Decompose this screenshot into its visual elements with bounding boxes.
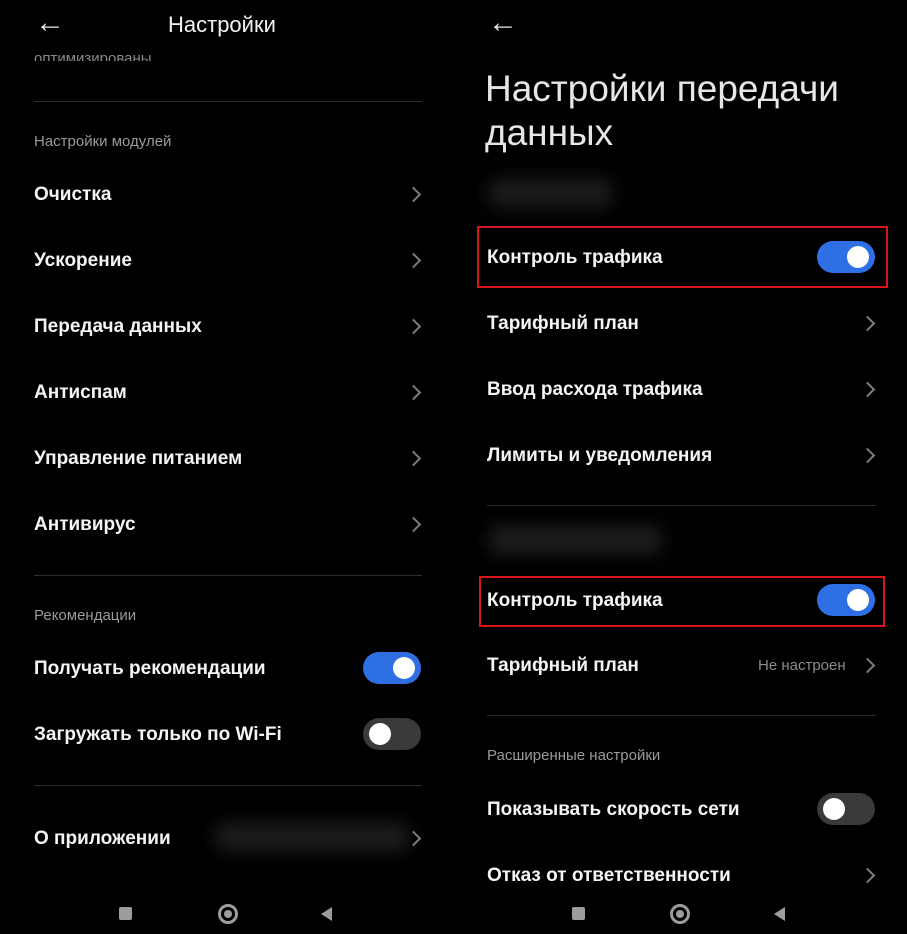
menu-item-tariff-plan[interactable]: Тарифный план — [453, 297, 907, 349]
menu-item-boost[interactable]: Ускорение — [0, 234, 453, 286]
menu-item-about[interactable]: О приложении — [0, 812, 453, 864]
toggle-row-wifi-only[interactable]: Загружать только по Wi-Fi — [0, 708, 453, 760]
menu-item-label: О приложении — [34, 828, 171, 849]
menu-item-label: Тарифный план — [487, 655, 639, 676]
nav-recent-apps-icon[interactable] — [119, 907, 132, 920]
chevron-right-icon — [859, 867, 876, 884]
menu-item-data-transfer[interactable]: Передача данных — [0, 300, 453, 352]
nav-home-icon[interactable] — [218, 904, 238, 924]
chevron-right-icon — [405, 516, 422, 533]
page-title-line2: данных — [485, 112, 614, 153]
toggle-row-get-recommendations[interactable]: Получать рекомендации — [0, 642, 453, 694]
divider — [487, 715, 876, 716]
menu-item-label: Передача данных — [34, 316, 202, 337]
section-modules-label: Настройки модулей — [34, 133, 172, 150]
page-title-line1: Настройки передачи — [485, 68, 839, 109]
wifi-only-toggle[interactable] — [363, 718, 421, 750]
blurred-version-value — [215, 822, 410, 852]
chevron-right-icon — [405, 450, 422, 467]
data-transfer-settings-screen: ← Настройки передачи данных Контроль тра… — [453, 0, 907, 934]
menu-item-usage-input[interactable]: Ввод расхода трафика — [453, 363, 907, 415]
section-advanced-label: Расширенные настройки — [487, 747, 661, 764]
toggle-row-show-speed[interactable]: Показывать скорость сети — [453, 783, 907, 835]
toggle-label: Показывать скорость сети — [487, 799, 740, 820]
menu-item-power[interactable]: Управление питанием — [0, 432, 453, 484]
menu-item-label: Ввод расхода трафика — [487, 379, 703, 400]
chevron-right-icon — [405, 384, 422, 401]
highlight-box — [479, 576, 885, 627]
divider — [34, 785, 422, 786]
blurred-sim-name — [488, 178, 613, 208]
toggle-label: Загружать только по Wi-Fi — [34, 724, 282, 745]
menu-item-label: Антивирус — [34, 514, 136, 535]
partial-top-text: оптимизированы — [34, 50, 152, 61]
menu-item-label: Тарифный план — [487, 313, 639, 334]
back-arrow-icon[interactable]: ← — [488, 8, 518, 38]
divider — [34, 101, 422, 102]
menu-item-label: Отказ от ответственности — [487, 865, 731, 886]
chevron-right-icon — [859, 315, 876, 332]
menu-item-tariff-plan-sim2[interactable]: Тарифный план Не настроен — [453, 639, 907, 691]
toggle-label: Получать рекомендации — [34, 658, 266, 679]
menu-item-label: Ускорение — [34, 250, 132, 271]
nav-back-icon[interactable] — [321, 907, 332, 921]
menu-item-limits[interactable]: Лимиты и уведомления — [453, 429, 907, 481]
nav-recent-apps-icon[interactable] — [572, 907, 585, 920]
highlight-box — [477, 226, 888, 288]
chevron-right-icon — [405, 252, 422, 269]
blurred-sim-name — [488, 525, 663, 555]
tariff-value: Не настроен — [758, 657, 846, 674]
toggle-knob — [393, 657, 415, 679]
toggle-knob — [369, 723, 391, 745]
nav-home-icon[interactable] — [670, 904, 690, 924]
toggle-knob — [823, 798, 845, 820]
settings-screen: ← Настройки оптимизированы Настройки мод… — [0, 0, 453, 934]
menu-item-label: Управление питанием — [34, 448, 243, 469]
chevron-right-icon — [859, 447, 876, 464]
divider — [34, 575, 422, 576]
menu-item-antivirus[interactable]: Антивирус — [0, 498, 453, 550]
menu-item-label: Очистка — [34, 184, 112, 205]
divider — [487, 505, 876, 506]
show-speed-toggle[interactable] — [817, 793, 875, 825]
chevron-right-icon — [405, 318, 422, 335]
menu-item-disclaimer[interactable]: Отказ от ответственности — [453, 849, 907, 901]
menu-item-label: Лимиты и уведомления — [487, 445, 713, 466]
menu-item-cleanup[interactable]: Очистка — [0, 168, 453, 220]
back-arrow-icon[interactable]: ← — [35, 8, 65, 38]
menu-item-antispam[interactable]: Антиспам — [0, 366, 453, 418]
chevron-right-icon — [859, 657, 876, 674]
chevron-right-icon — [405, 186, 422, 203]
section-recommendations-label: Рекомендации — [34, 607, 137, 624]
menu-item-label: Антиспам — [34, 382, 127, 403]
nav-back-icon[interactable] — [774, 907, 785, 921]
chevron-right-icon — [859, 381, 876, 398]
recommendations-toggle[interactable] — [363, 652, 421, 684]
page-title: Настройки — [168, 12, 276, 37]
